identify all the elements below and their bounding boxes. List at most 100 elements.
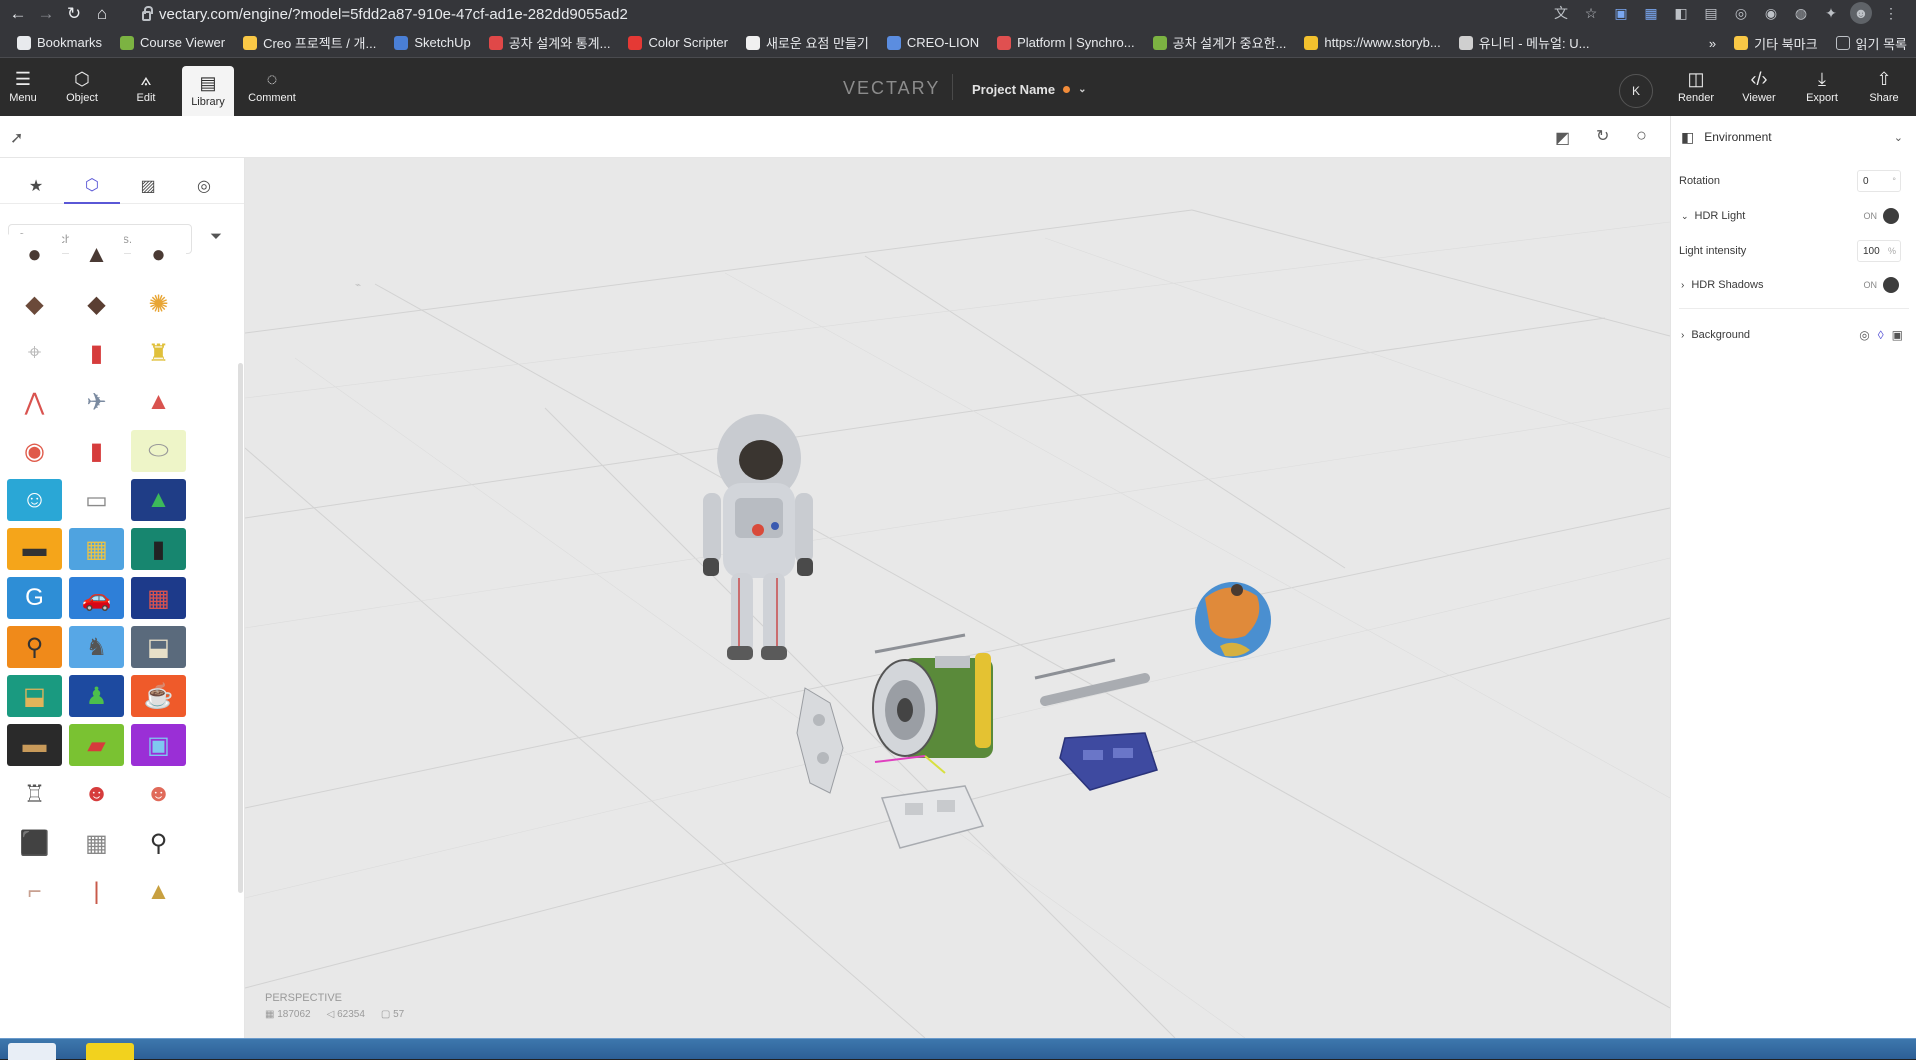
- rotation-input[interactable]: 0 °: [1857, 170, 1901, 192]
- asset-thumbnail[interactable]: ▣: [131, 724, 186, 766]
- bookmark-item[interactable]: Color Scripter: [619, 28, 736, 58]
- asset-thumbnail[interactable]: ⬭: [131, 430, 186, 472]
- background-row[interactable]: › Background ◎ ◊ ▣: [1679, 322, 1909, 348]
- light-intensity-input[interactable]: 100 %: [1857, 240, 1901, 262]
- reading-list-button[interactable]: 읽기 목록: [1827, 28, 1916, 58]
- 3d-viewport[interactable]: ⌁ PERSPECTIVE ▦ 187062 ◁ 62354 ▢ 57: [245, 158, 1670, 1038]
- asset-thumbnail[interactable]: ▮: [131, 528, 186, 570]
- project-name-button[interactable]: Project Name ⌄: [972, 82, 1086, 97]
- hdr-light-row[interactable]: ⌄ HDR Light ON: [1679, 203, 1909, 229]
- asset-thumbnail[interactable]: ☺: [7, 479, 62, 521]
- taskbar-app-icon[interactable]: [86, 1043, 134, 1060]
- asset-thumbnail[interactable]: ●: [7, 234, 62, 276]
- edit-button[interactable]: ⟑ Edit: [122, 58, 170, 116]
- blue-plate-model[interactable]: [1059, 732, 1158, 791]
- box-ext-icon[interactable]: ◧: [1670, 2, 1692, 24]
- asset-thumbnail[interactable]: ♟: [69, 675, 124, 717]
- asset-thumbnail[interactable]: ⬛: [7, 822, 62, 864]
- bracket-part-model[interactable]: [796, 687, 844, 794]
- asset-thumbnail[interactable]: ▲: [69, 234, 124, 276]
- asset-thumbnail[interactable]: |: [69, 871, 124, 913]
- camera-ext-icon[interactable]: ▣: [1610, 2, 1632, 24]
- planet-model[interactable]: [1195, 582, 1271, 658]
- bookmark-item[interactable]: SketchUp: [385, 28, 479, 58]
- star-icon[interactable]: ☆: [1580, 2, 1602, 24]
- bookmark-item[interactable]: Bookmarks: [8, 28, 111, 58]
- asset-thumbnail[interactable]: ⌐: [7, 871, 62, 913]
- asset-thumbnail[interactable]: ☻: [131, 773, 186, 815]
- address-bar[interactable]: vectary.com/engine/?model=5fdd2a87-910e-…: [142, 4, 628, 24]
- object-button[interactable]: ⬡ Object: [58, 58, 106, 116]
- asset-thumbnail[interactable]: 🚗: [69, 577, 124, 619]
- home-icon[interactable]: ⌂: [88, 0, 116, 28]
- asset-thumbnail[interactable]: ▮: [69, 332, 124, 374]
- translate2-ext-icon[interactable]: ◍: [1790, 2, 1812, 24]
- card-ext-icon[interactable]: ▤: [1700, 2, 1722, 24]
- color-bg-icon[interactable]: ◊: [1878, 328, 1884, 342]
- avatar[interactable]: K: [1619, 74, 1653, 108]
- favorites-tab[interactable]: ★: [8, 168, 64, 204]
- filter-icon[interactable]: ⏷: [210, 228, 222, 245]
- forward-icon[interactable]: →: [32, 0, 60, 28]
- asset-thumbnail[interactable]: ◆: [69, 283, 124, 325]
- asset-thumbnail[interactable]: ♖: [7, 773, 62, 815]
- asset-thumbnail[interactable]: ♞: [69, 626, 124, 668]
- asset-thumbnail[interactable]: ⬓: [7, 675, 62, 717]
- bookmark-item[interactable]: 새로운 요점 만들기: [737, 28, 878, 58]
- hdr-shadows-row[interactable]: › HDR Shadows ON: [1679, 272, 1909, 298]
- play-ext-icon[interactable]: ◉: [1760, 2, 1782, 24]
- bookmark-item[interactable]: 유니티 - 메뉴얼: U...: [1450, 28, 1599, 58]
- asset-thumbnail[interactable]: ◆: [7, 283, 62, 325]
- export-button[interactable]: ⤓ Export: [1796, 58, 1848, 116]
- asset-thumbnail[interactable]: ☕: [131, 675, 186, 717]
- bookmark-item[interactable]: Creo 프로젝트 / 개...: [234, 28, 385, 58]
- asset-thumbnail[interactable]: ▲: [131, 479, 186, 521]
- more-icon[interactable]: ⋮: [1880, 2, 1902, 24]
- asset-thumbnail[interactable]: ▲: [131, 871, 186, 913]
- image-bg-icon[interactable]: ▣: [1892, 328, 1903, 342]
- asset-thumbnail[interactable]: ✺: [131, 283, 186, 325]
- bookmark-item[interactable]: Platform | Synchro...: [988, 28, 1144, 58]
- rotate-view-icon[interactable]: ↻: [1596, 126, 1609, 146]
- select-tool-icon[interactable]: ➚: [10, 128, 23, 148]
- asset-thumbnail[interactable]: ▲: [131, 381, 186, 423]
- asset-thumbnail[interactable]: ▮: [69, 430, 124, 472]
- motor-assembly-model[interactable]: [872, 653, 993, 774]
- environment-header[interactable]: ◧ Environment ⌄: [1671, 116, 1916, 158]
- camera-circle-icon[interactable]: ○: [1636, 125, 1647, 146]
- asset-thumbnail[interactable]: ⬓: [131, 626, 186, 668]
- environments-tab[interactable]: ◎: [176, 168, 232, 204]
- taskbar-explorer-icon[interactable]: [8, 1043, 56, 1060]
- library-button[interactable]: ▤ Library: [182, 66, 234, 116]
- asset-thumbnail[interactable]: ▦: [131, 577, 186, 619]
- render-button[interactable]: ◫ Render: [1670, 58, 1722, 116]
- shading-icon[interactable]: ◩: [1555, 128, 1570, 148]
- asset-thumbnail[interactable]: ◉: [7, 430, 62, 472]
- hdr-shadows-toggle[interactable]: ON: [1864, 277, 1899, 293]
- profile-icon[interactable]: ☻: [1850, 2, 1872, 24]
- astronaut-model[interactable]: [703, 414, 813, 660]
- share-button[interactable]: ⇧ Share: [1858, 58, 1910, 116]
- bookmark-item[interactable]: https://www.storyb...: [1295, 28, 1449, 58]
- asset-thumbnail[interactable]: ⚲: [7, 626, 62, 668]
- asset-thumbnail[interactable]: ♜: [131, 332, 186, 374]
- asset-thumbnail[interactable]: ⋀: [7, 381, 62, 423]
- asset-thumbnail[interactable]: ▭: [69, 479, 124, 521]
- base-plate-model[interactable]: [880, 785, 985, 849]
- back-icon[interactable]: ←: [4, 0, 32, 28]
- bookmark-item[interactable]: Course Viewer: [111, 28, 234, 58]
- asset-thumbnail[interactable]: ▬: [7, 724, 62, 766]
- translate-icon[interactable]: 文: [1550, 2, 1572, 24]
- bookmark-item[interactable]: 공차 설계가 중요한...: [1144, 28, 1296, 58]
- more-bookmarks-button[interactable]: »: [1700, 28, 1725, 58]
- asset-thumbnail[interactable]: ▦: [69, 528, 124, 570]
- screen-ext-icon[interactable]: ▦: [1640, 2, 1662, 24]
- viewer-button[interactable]: ‹/› Viewer: [1733, 58, 1785, 116]
- asset-thumbnail[interactable]: ●: [131, 234, 186, 276]
- environment-bg-icon[interactable]: ◎: [1859, 328, 1869, 342]
- asset-thumbnail[interactable]: ⌖: [7, 332, 62, 374]
- puzzle-icon[interactable]: ✦: [1820, 2, 1842, 24]
- asset-thumbnail[interactable]: ▬: [7, 528, 62, 570]
- asset-thumbnail[interactable]: ▰: [69, 724, 124, 766]
- other-bookmarks-folder[interactable]: 기타 북마크: [1725, 28, 1826, 58]
